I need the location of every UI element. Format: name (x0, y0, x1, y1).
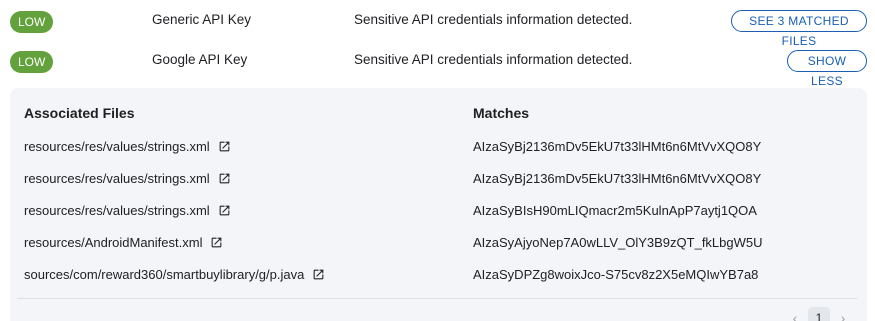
finding-description: Sensitive API credentials information de… (354, 52, 633, 67)
match-value: AIzaSyBj2136mDv5EkU7t33lHMt6n6MtVvXQO8Y (473, 139, 762, 154)
matches-header: Matches (473, 105, 530, 121)
match-row: resources/AndroidManifest.xml AIzaSyAjyo… (10, 235, 867, 267)
pagination: ‹ 1 › (790, 307, 848, 321)
match-row: sources/com/reward360/smartbuylibrary/g/… (10, 267, 867, 299)
file-path: resources/res/values/strings.xml (24, 203, 210, 218)
panel-divider (17, 298, 857, 299)
finding-name: Google API Key (152, 52, 248, 67)
match-value: AIzaSyDPZg8woixJco-S75cv8z2X5eMQIwYB7a8 (473, 267, 759, 282)
file-link[interactable]: sources/com/reward360/smartbuylibrary/g/… (24, 267, 325, 282)
open-in-new-icon (219, 173, 230, 184)
match-value: AIzaSyBIsH90mLIQmacr2m5KulnApP7aytj1QOA (473, 203, 757, 218)
finding-row-google-api-key: LOW Google API Key Sensitive API credent… (0, 40, 875, 88)
match-row: resources/res/values/strings.xml AIzaSyB… (10, 139, 867, 171)
match-row: resources/res/values/strings.xml AIzaSyB… (10, 171, 867, 203)
severity-badge: LOW (10, 51, 54, 73)
file-link[interactable]: resources/res/values/strings.xml (24, 139, 231, 154)
open-in-new-icon (219, 205, 230, 216)
file-path: sources/com/reward360/smartbuylibrary/g/… (24, 267, 305, 282)
chevron-left-icon[interactable]: ‹ (790, 310, 800, 321)
file-path: resources/res/values/strings.xml (24, 171, 210, 186)
finding-row-generic-api-key: LOW Generic API Key Sensitive API creden… (0, 0, 875, 48)
see-matched-files-button[interactable]: SEE 3 MATCHED FILES (731, 10, 867, 48)
open-in-new-icon (313, 269, 324, 280)
page-button-current[interactable]: 1 (808, 307, 830, 321)
open-in-new-icon (212, 237, 222, 248)
severity-badge: LOW (10, 11, 54, 33)
file-link[interactable]: resources/AndroidManifest.xml (24, 235, 223, 250)
finding-name: Generic API Key (152, 12, 252, 27)
match-value: AIzaSyAjyoNep7A0wLLV_OlY3B9zQT_fkLbgW5U (473, 235, 763, 250)
file-path: resources/AndroidManifest.xml (24, 235, 203, 250)
chevron-right-icon[interactable]: › (838, 310, 848, 321)
match-value: AIzaSyBj2136mDv5EkU7t33lHMt6n6MtVvXQO8Y (473, 171, 762, 186)
open-in-new-icon (219, 141, 230, 152)
file-path: resources/res/values/strings.xml (24, 139, 210, 154)
match-row: resources/res/values/strings.xml AIzaSyB… (10, 203, 867, 235)
file-link[interactable]: resources/res/values/strings.xml (24, 171, 231, 186)
matches-panel: Associated Files Matches resources/res/v… (10, 88, 867, 321)
finding-description: Sensitive API credentials information de… (354, 12, 633, 27)
associated-files-header: Associated Files (24, 105, 135, 121)
file-link[interactable]: resources/res/values/strings.xml (24, 203, 231, 218)
show-less-button[interactable]: SHOW LESS (787, 50, 867, 88)
